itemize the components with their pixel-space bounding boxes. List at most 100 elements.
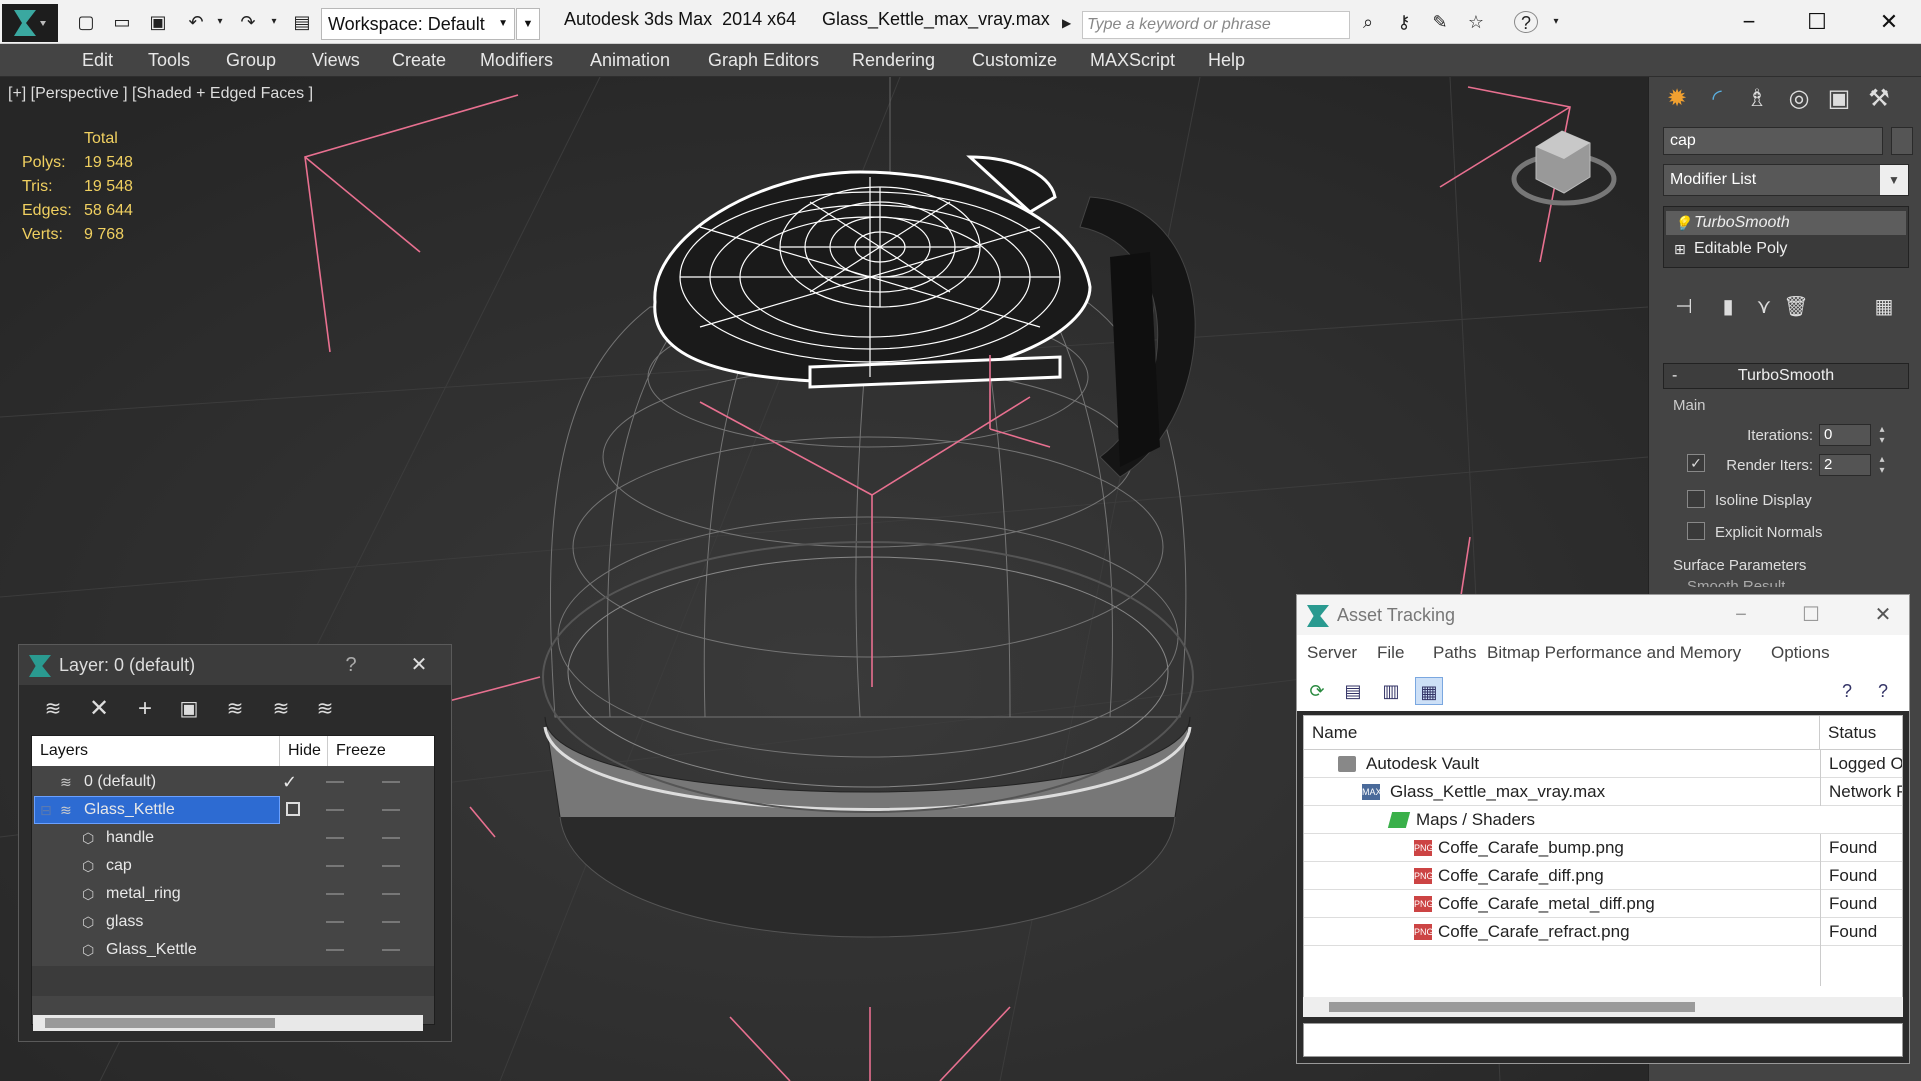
menu-help[interactable]: Help xyxy=(1208,50,1245,71)
set-current-layer-icon[interactable] xyxy=(286,802,300,816)
make-unique-icon[interactable]: ⋎ xyxy=(1749,292,1779,322)
asset-menu-file[interactable]: File xyxy=(1377,643,1404,663)
key-icon[interactable]: ⚷ xyxy=(1392,11,1416,33)
pin-stack-icon[interactable]: ⊣ xyxy=(1669,292,1699,322)
vault-help-icon[interactable]: ? xyxy=(1869,677,1897,705)
table-view-icon[interactable]: ▦ xyxy=(1415,677,1443,705)
stack-item-turbosmooth[interactable]: 💡 TurboSmooth xyxy=(1666,211,1906,235)
menu-views[interactable]: Views xyxy=(312,50,360,71)
asset-horizontal-scrollbar[interactable] xyxy=(1303,997,1903,1017)
spinner-arrows-icon[interactable]: ▴ ▾ xyxy=(1875,454,1889,476)
hierarchy-tab-icon[interactable]: ♗ xyxy=(1739,83,1775,115)
asset-row-bump[interactable]: PNG Coffe_Carafe_bump.png Found xyxy=(1304,834,1902,862)
iterations-spinner[interactable]: 0 xyxy=(1819,424,1871,446)
menu-rendering[interactable]: Rendering xyxy=(852,50,935,71)
workspace-dropdown[interactable]: Workspace: Default ▼ xyxy=(321,8,515,40)
freeze-toggle[interactable] xyxy=(382,949,400,951)
freeze-toggle[interactable] xyxy=(382,837,400,839)
layer-row-glass-kettle-object[interactable]: ⬡ Glass_Kettle xyxy=(32,936,434,964)
asset-row-vault[interactable]: Autodesk Vault Logged Out xyxy=(1304,750,1902,778)
col-layers[interactable]: Layers xyxy=(32,736,280,766)
minimize-icon[interactable]: − xyxy=(1722,4,1776,40)
layer-row-cap[interactable]: ⬡ cap xyxy=(32,852,434,880)
select-layer-objects-icon[interactable]: ▣ xyxy=(175,695,203,723)
layer-row-metal-ring[interactable]: ⬡ metal_ring xyxy=(32,880,434,908)
redo-dropdown-icon[interactable]: ▾ xyxy=(262,11,286,33)
asset-menu-options[interactable]: Options xyxy=(1771,643,1830,663)
search-expand-icon[interactable]: ▶ xyxy=(1062,11,1078,35)
asset-window-titlebar[interactable]: Asset Tracking − ☐ ✕ xyxy=(1297,595,1909,635)
search-input[interactable]: Type a keyword or phrase xyxy=(1082,11,1350,39)
help-icon[interactable]: ? xyxy=(1514,11,1538,33)
motion-tab-icon[interactable]: ◎ xyxy=(1781,83,1817,115)
detail-view-icon[interactable]: ▥ xyxy=(1377,677,1405,705)
help-dropdown-icon[interactable]: ▾ xyxy=(1544,11,1568,33)
freeze-toggle[interactable] xyxy=(382,809,400,811)
help-icon[interactable]: ? xyxy=(331,645,371,685)
redo-icon[interactable]: ↷ xyxy=(236,11,260,33)
col-name[interactable]: Name xyxy=(1304,716,1820,750)
asset-row-diff[interactable]: PNG Coffe_Carafe_diff.png Found xyxy=(1304,862,1902,890)
minimize-icon[interactable]: − xyxy=(1721,595,1761,635)
add-to-layer-icon[interactable]: + xyxy=(131,695,159,723)
create-tab-icon[interactable]: ✹ xyxy=(1659,83,1695,115)
layer-row-default[interactable]: ≋ 0 (default) ✓ xyxy=(32,768,434,796)
freeze-all-layers-icon[interactable]: ≋ xyxy=(311,695,339,723)
freeze-toggle[interactable] xyxy=(382,781,400,783)
configure-modifier-sets-icon[interactable]: ▦ xyxy=(1869,292,1899,322)
spinner-arrows-icon[interactable]: ▴ ▾ xyxy=(1875,424,1889,446)
asset-row-maps-shaders[interactable]: Maps / Shaders xyxy=(1304,806,1902,834)
asset-menu-paths[interactable]: Paths xyxy=(1433,643,1476,663)
asset-row-max-file[interactable]: MAX Glass_Kettle_max_vray.max Network Pa… xyxy=(1304,778,1902,806)
scrollbar-thumb[interactable] xyxy=(1329,1002,1695,1012)
menu-tools[interactable]: Tools xyxy=(148,50,190,71)
isoline-display-checkbox[interactable] xyxy=(1687,490,1705,508)
layer-window-titlebar[interactable]: Layer: 0 (default) ? ✕ xyxy=(19,645,451,685)
freeze-toggle[interactable] xyxy=(382,865,400,867)
utilities-tab-icon[interactable]: ⚒ xyxy=(1861,83,1897,115)
menu-graph-editors[interactable]: Graph Editors xyxy=(708,50,819,71)
open-file-icon[interactable]: ▭ xyxy=(110,11,134,33)
menu-edit[interactable]: Edit xyxy=(82,50,113,71)
delete-layer-icon[interactable]: ✕ xyxy=(85,695,113,723)
project-folder-icon[interactable]: ▤ xyxy=(290,11,314,33)
expand-plus-icon[interactable]: ⊞ xyxy=(1674,237,1686,261)
favorites-star-icon[interactable]: ☆ xyxy=(1464,11,1488,33)
hide-all-layers-icon[interactable]: ≋ xyxy=(267,695,295,723)
scrollbar-thumb[interactable] xyxy=(45,1018,275,1028)
undo-dropdown-icon[interactable]: ▾ xyxy=(208,11,232,33)
col-status[interactable]: Status xyxy=(1820,716,1902,750)
layer-row-glass-kettle[interactable]: ⊟ ≋ Glass_Kettle xyxy=(32,796,434,824)
stack-item-editable-poly[interactable]: ⊞ Editable Poly xyxy=(1666,237,1906,261)
refresh-icon[interactable]: ⟳ xyxy=(1303,677,1331,705)
new-file-icon[interactable]: ▢ xyxy=(74,11,98,33)
object-color-swatch[interactable] xyxy=(1891,127,1913,155)
asset-menu-server[interactable]: Server xyxy=(1307,643,1357,663)
help-icon[interactable]: ? xyxy=(1833,677,1861,705)
close-icon[interactable]: ✕ xyxy=(399,645,439,685)
asset-row-metal-diff[interactable]: PNG Coffe_Carafe_metal_diff.png Found xyxy=(1304,890,1902,918)
hide-toggle[interactable] xyxy=(326,949,344,951)
col-hide[interactable]: Hide xyxy=(280,736,328,766)
layer-row-glass[interactable]: ⬡ glass xyxy=(32,908,434,936)
menu-group[interactable]: Group xyxy=(226,50,276,71)
highlight-layer-icon[interactable]: ≋ xyxy=(221,695,249,723)
freeze-toggle[interactable] xyxy=(382,893,400,895)
create-layer-icon[interactable]: ≋ xyxy=(39,695,67,723)
close-icon[interactable]: ✕ xyxy=(1863,595,1903,635)
menu-animation[interactable]: Animation xyxy=(590,50,670,71)
rollout-header[interactable]: - TurboSmooth xyxy=(1663,363,1909,389)
maximize-icon[interactable]: ☐ xyxy=(1790,4,1844,40)
hide-toggle[interactable] xyxy=(326,921,344,923)
modify-tab-icon[interactable]: ◜ xyxy=(1699,83,1735,115)
current-layer-check-icon[interactable]: ✓ xyxy=(282,768,297,796)
asset-row-refract[interactable]: PNG Coffe_Carafe_refract.png Found xyxy=(1304,918,1902,946)
menu-maxscript[interactable]: MAXScript xyxy=(1090,50,1175,71)
hide-toggle[interactable] xyxy=(326,893,344,895)
viewport-label[interactable]: [+] [Perspective ] [Shaded + Edged Faces… xyxy=(8,85,313,103)
hide-toggle[interactable] xyxy=(326,837,344,839)
hide-toggle[interactable] xyxy=(326,865,344,867)
menu-customize[interactable]: Customize xyxy=(972,50,1057,71)
asset-menu-bitmap-performance[interactable]: Bitmap Performance and Memory xyxy=(1487,643,1741,663)
save-file-icon[interactable]: ▣ xyxy=(146,11,170,33)
